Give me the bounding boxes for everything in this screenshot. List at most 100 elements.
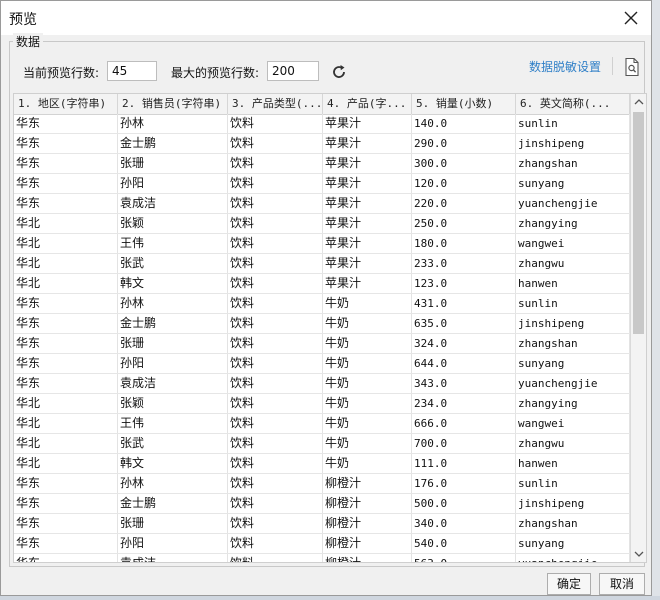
table-row[interactable]: 华东 金士鹏 饮料 苹果汁 290.0 jinshipeng <box>14 134 630 154</box>
table-row[interactable]: 华东 孙阳 饮料 苹果汁 120.0 sunyang <box>14 174 630 194</box>
cell-salesperson: 孙阳 <box>118 534 228 553</box>
cell-sales: 180.0 <box>412 234 516 253</box>
cell-product-type: 饮料 <box>228 454 323 473</box>
data-desensitize-link[interactable]: 数据脱敏设置 <box>529 58 601 75</box>
cell-sales: 666.0 <box>412 414 516 433</box>
table-row[interactable]: 华北 韩文 饮料 牛奶 111.0 hanwen <box>14 454 630 474</box>
table-row[interactable]: 华东 孙林 饮料 柳橙汁 176.0 sunlin <box>14 474 630 494</box>
table-row[interactable]: 华北 张颖 饮料 苹果汁 250.0 zhangying <box>14 214 630 234</box>
column-header-salesperson[interactable]: 2. 销售员(字符串) <box>118 94 228 114</box>
table-row[interactable]: 华北 韩文 饮料 苹果汁 123.0 hanwen <box>14 274 630 294</box>
table-row[interactable]: 华东 袁成洁 饮料 牛奶 343.0 yuanchengjie <box>14 374 630 394</box>
cell-region: 华东 <box>14 514 118 533</box>
cancel-button[interactable]: 取消 <box>599 573 645 595</box>
chevron-up-icon <box>634 99 644 105</box>
cell-english-name: hanwen <box>516 454 630 473</box>
cell-product-type: 饮料 <box>228 314 323 333</box>
vertical-scrollbar[interactable] <box>630 94 646 562</box>
table-row[interactable]: 华东 孙林 饮料 牛奶 431.0 sunlin <box>14 294 630 314</box>
cell-english-name: hanwen <box>516 274 630 293</box>
cell-product-type: 饮料 <box>228 554 323 562</box>
cell-product-type: 饮料 <box>228 254 323 273</box>
table-row[interactable]: 华东 孙阳 饮料 牛奶 644.0 sunyang <box>14 354 630 374</box>
table-row[interactable]: 华东 张珊 饮料 柳橙汁 340.0 zhangshan <box>14 514 630 534</box>
cell-region: 华北 <box>14 254 118 273</box>
current-rows-input[interactable] <box>107 61 157 81</box>
cell-product-type: 饮料 <box>228 294 323 313</box>
cell-salesperson: 王伟 <box>118 414 228 433</box>
grid-body: 华东 孙林 饮料 苹果汁 140.0 sunlin 华东 金士鹏 饮料 苹果汁 290.0 jinsh… <box>14 114 630 562</box>
cell-salesperson: 袁成洁 <box>118 374 228 393</box>
cell-product: 牛奶 <box>323 314 412 333</box>
table-row[interactable]: 华北 张武 饮料 牛奶 700.0 zhangwu <box>14 434 630 454</box>
table-row[interactable]: 华东 金士鹏 饮料 柳橙汁 500.0 jinshipeng <box>14 494 630 514</box>
cell-sales: 635.0 <box>412 314 516 333</box>
table-row[interactable]: 华东 孙林 饮料 苹果汁 140.0 sunlin <box>14 114 630 134</box>
max-rows-input[interactable] <box>267 61 319 81</box>
table-row[interactable]: 华东 金士鹏 饮料 牛奶 635.0 jinshipeng <box>14 314 630 334</box>
table-row[interactable]: 华北 王伟 饮料 苹果汁 180.0 wangwei <box>14 234 630 254</box>
table-row[interactable]: 华东 张珊 饮料 牛奶 324.0 zhangshan <box>14 334 630 354</box>
dialog-title: 预览 <box>9 12 37 28</box>
scroll-thumb[interactable] <box>633 112 644 334</box>
cell-region: 华北 <box>14 274 118 293</box>
scroll-up-button[interactable] <box>631 94 646 110</box>
cell-english-name: jinshipeng <box>516 134 630 153</box>
cell-sales: 300.0 <box>412 154 516 173</box>
cell-sales: 250.0 <box>412 214 516 233</box>
cell-english-name: yuanchengjie <box>516 554 630 562</box>
table-row[interactable]: 华东 袁成洁 饮料 苹果汁 220.0 yuanchengjie <box>14 194 630 214</box>
cell-product: 牛奶 <box>323 354 412 373</box>
cell-product: 牛奶 <box>323 434 412 453</box>
table-row[interactable]: 华北 王伟 饮料 牛奶 666.0 wangwei <box>14 414 630 434</box>
refresh-button[interactable] <box>330 63 348 81</box>
cell-sales: 431.0 <box>412 294 516 313</box>
group-label: 数据 <box>13 33 44 50</box>
cell-english-name: wangwei <box>516 234 630 253</box>
table-row[interactable]: 华东 张珊 饮料 苹果汁 300.0 zhangshan <box>14 154 630 174</box>
cell-product-type: 饮料 <box>228 394 323 413</box>
table-row[interactable]: 华东 孙阳 饮料 柳橙汁 540.0 sunyang <box>14 534 630 554</box>
cell-salesperson: 孙阳 <box>118 174 228 193</box>
cell-region: 华东 <box>14 494 118 513</box>
cell-product-type: 饮料 <box>228 374 323 393</box>
cell-product: 牛奶 <box>323 374 412 393</box>
cell-sales: 140.0 <box>412 114 516 133</box>
close-button[interactable] <box>617 5 645 31</box>
cell-sales: 700.0 <box>412 434 516 453</box>
cell-product: 牛奶 <box>323 414 412 433</box>
cell-product-type: 饮料 <box>228 534 323 553</box>
cell-product: 柳橙汁 <box>323 494 412 513</box>
column-header-product-type[interactable]: 3. 产品类型(... <box>228 94 323 114</box>
cell-sales: 176.0 <box>412 474 516 493</box>
cell-region: 华北 <box>14 414 118 433</box>
cell-region: 华东 <box>14 314 118 333</box>
preview-export-button[interactable] <box>623 57 641 77</box>
cell-salesperson: 袁成洁 <box>118 554 228 562</box>
table-row[interactable]: 华北 张武 饮料 苹果汁 233.0 zhangwu <box>14 254 630 274</box>
column-header-product[interactable]: 4. 产品(字... <box>323 94 412 114</box>
cell-sales: 111.0 <box>412 454 516 473</box>
cell-region: 华东 <box>14 334 118 353</box>
column-header-region[interactable]: 1. 地区(字符串) <box>14 94 118 114</box>
grid-header: 1. 地区(字符串) 2. 销售员(字符串) 3. 产品类型(... 4. 产品… <box>14 94 630 115</box>
cell-product-type: 饮料 <box>228 434 323 453</box>
table-row[interactable]: 华北 张颖 饮料 牛奶 234.0 zhangying <box>14 394 630 414</box>
column-header-english-name[interactable]: 6. 英文简称(... <box>516 94 630 114</box>
column-header-sales[interactable]: 5. 销量(小数) <box>412 94 516 114</box>
table-row[interactable]: 华东袁成洁饮料柳橙汁563.0yuanchengjie <box>14 554 630 562</box>
cell-product: 苹果汁 <box>323 134 412 153</box>
cell-salesperson: 张颖 <box>118 394 228 413</box>
max-rows-label: 最大的预览行数: <box>171 66 260 80</box>
cell-region: 华北 <box>14 454 118 473</box>
scroll-down-button[interactable] <box>631 546 646 562</box>
cell-product-type: 饮料 <box>228 214 323 233</box>
cell-product-type: 饮料 <box>228 274 323 293</box>
cell-english-name: yuanchengjie <box>516 194 630 213</box>
ok-button[interactable]: 确定 <box>547 573 591 595</box>
refresh-icon <box>333 65 345 78</box>
cell-product: 苹果汁 <box>323 174 412 193</box>
cell-salesperson: 张珊 <box>118 154 228 173</box>
cell-english-name: sunlin <box>516 474 630 493</box>
cell-english-name: sunlin <box>516 294 630 313</box>
